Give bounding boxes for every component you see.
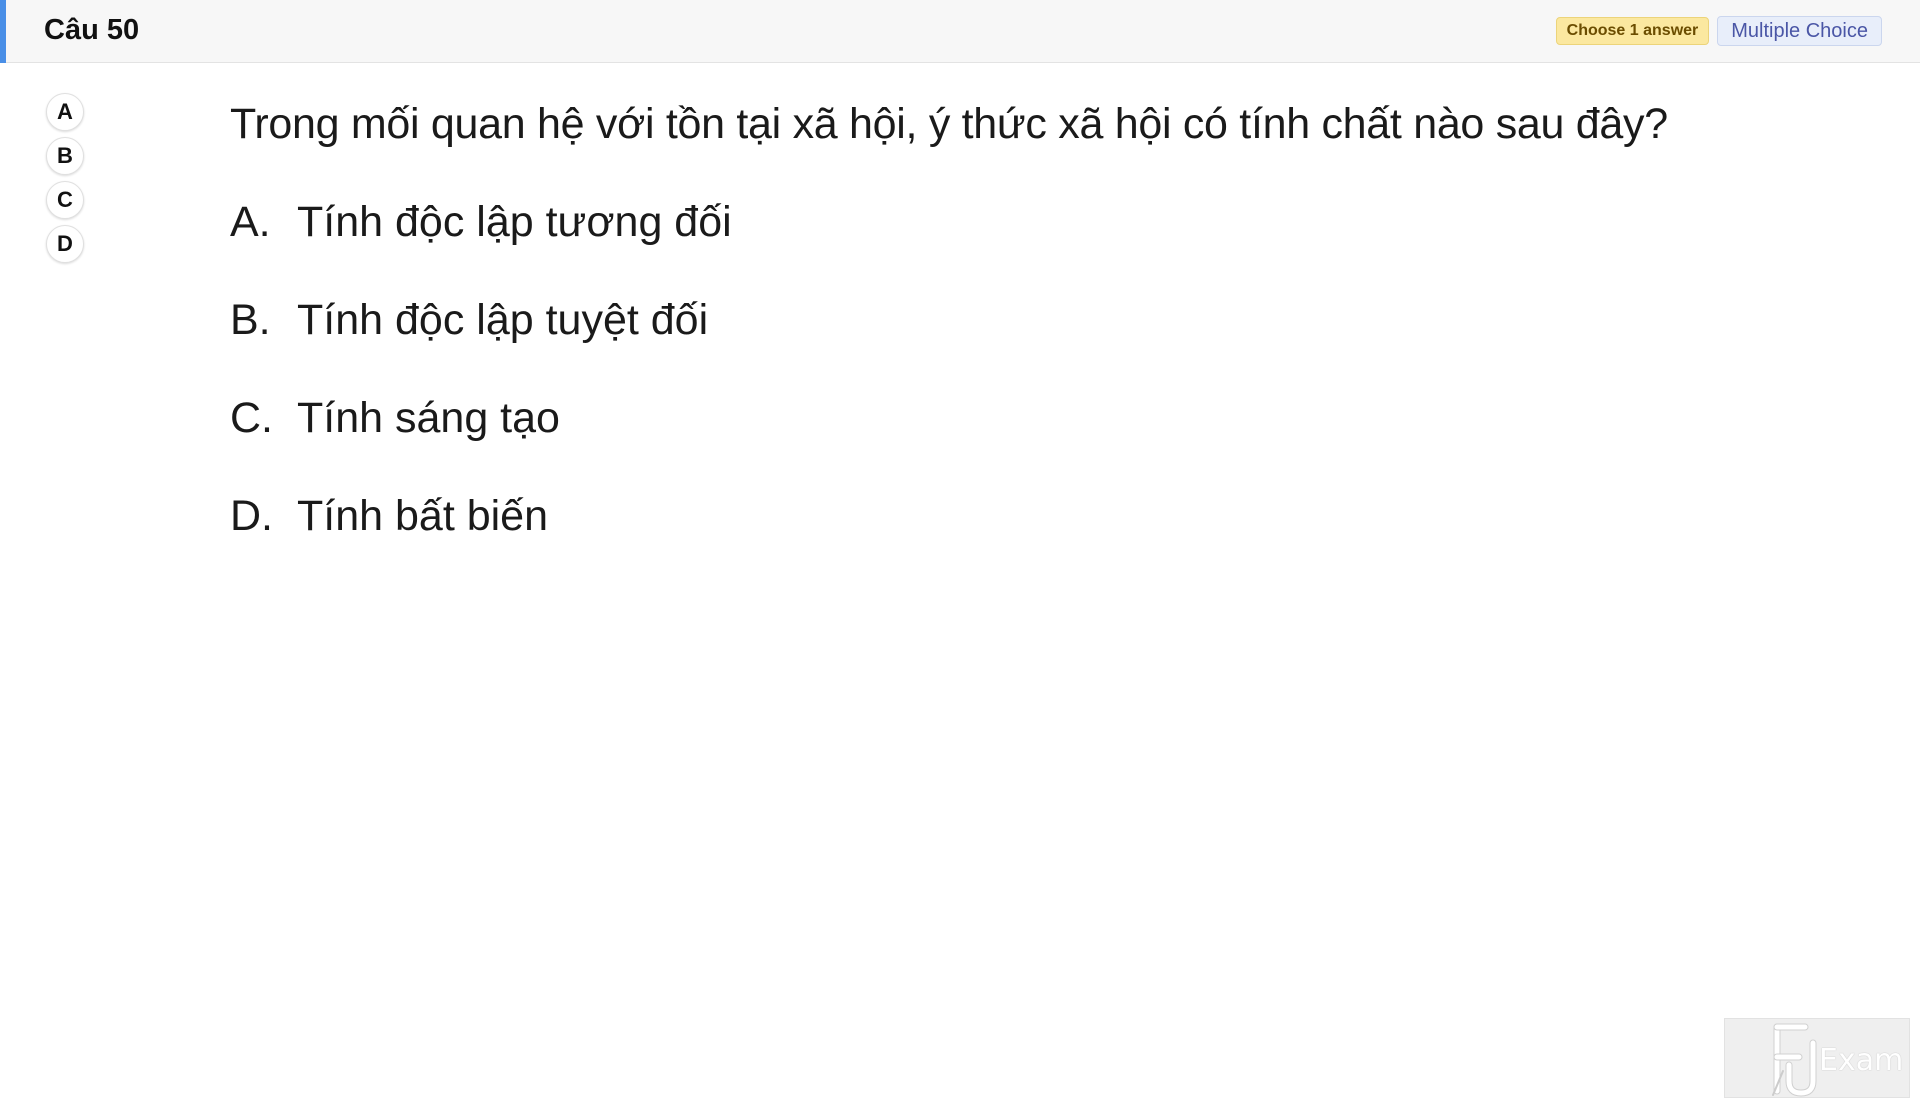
option-text: Tính sáng tạo [297, 394, 560, 442]
question-number-title: Câu 50 [44, 14, 140, 46]
answer-button-pad: A B C D [46, 93, 84, 263]
question-header: Câu 50 Choose 1 answer Multiple Choice [0, 0, 1920, 63]
option-text: Tính bất biến [297, 492, 549, 540]
watermark-exam-text: Exam [1819, 1043, 1904, 1078]
option-letter: C. [230, 394, 273, 442]
answer-button-a[interactable]: A [46, 93, 84, 131]
fu-exam-watermark: Exam [1724, 1018, 1910, 1098]
answer-button-b[interactable]: B [46, 137, 84, 175]
answer-button-d[interactable]: D [46, 225, 84, 263]
header-accent-bar [0, 0, 6, 63]
question-type-badge: Multiple Choice [1717, 16, 1882, 46]
option-d: D. Tính bất biến [230, 488, 1668, 544]
question-content: Trong mối quan hệ với tồn tại xã hội, ý … [230, 96, 1668, 586]
question-badges: Choose 1 answer Multiple Choice [1555, 16, 1882, 46]
choose-count-badge: Choose 1 answer [1555, 17, 1710, 45]
option-b: B. Tính độc lập tuyệt đối [230, 292, 1668, 348]
option-a: A. Tính độc lập tương đối [230, 194, 1668, 250]
option-c: C. Tính sáng tạo [230, 390, 1668, 446]
option-letter: A. [230, 198, 271, 246]
question-text: Trong mối quan hệ với tồn tại xã hội, ý … [230, 100, 1668, 148]
answer-button-c[interactable]: C [46, 181, 84, 219]
option-letter: D. [230, 492, 273, 540]
option-text: Tính độc lập tương đối [297, 198, 732, 246]
option-text: Tính độc lập tuyệt đối [297, 296, 709, 344]
option-letter: B. [230, 296, 271, 344]
